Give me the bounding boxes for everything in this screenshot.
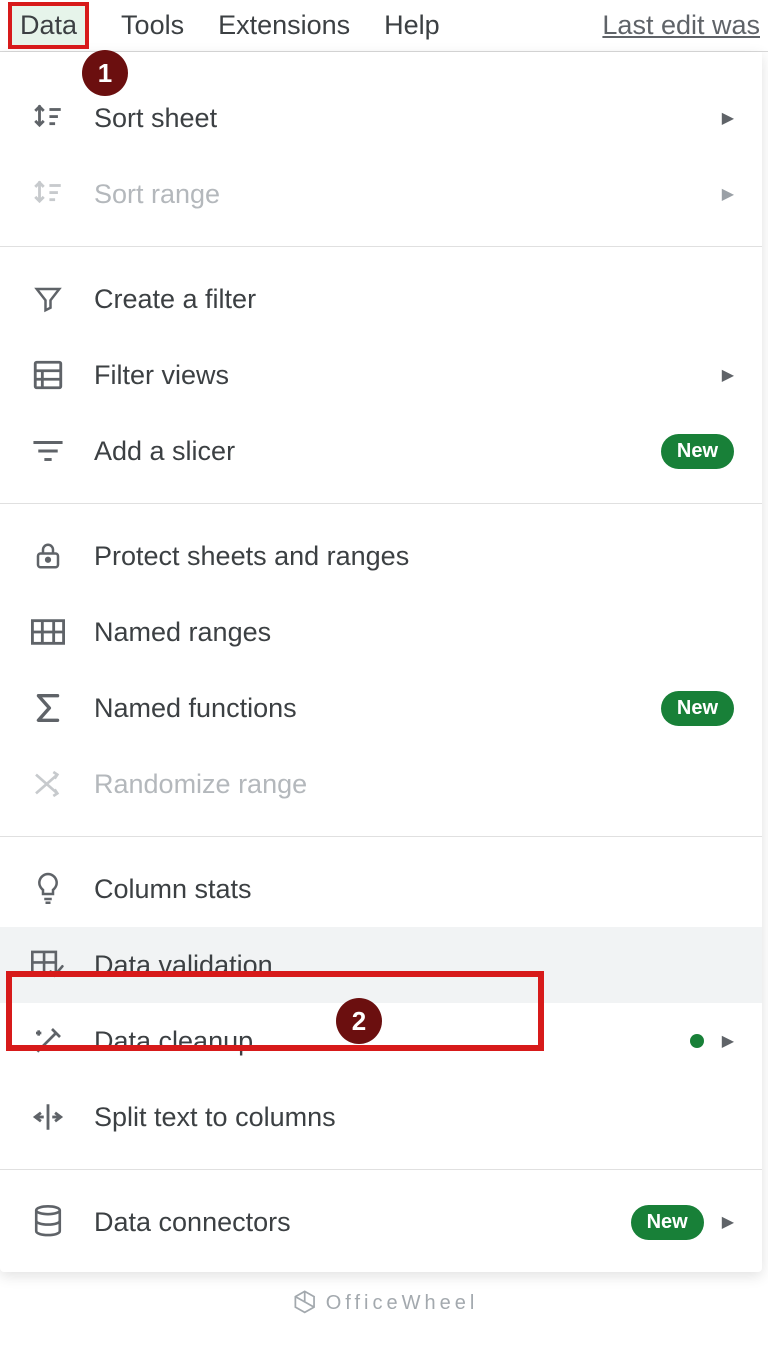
menu-separator [0,246,762,247]
menu-item-protect[interactable]: Protect sheets and ranges [0,518,762,594]
sigma-icon [26,686,70,730]
menu-item-label: Sort sheet [94,103,722,134]
menu-item-split-text[interactable]: Split text to columns [0,1079,762,1155]
sort-range-icon [26,172,70,216]
watermark-text: OfficeWheel [326,1292,479,1315]
new-badge: New [661,434,734,469]
menu-item-data-validation[interactable]: Data validation [0,927,762,1003]
menu-item-label: Named functions [94,693,651,724]
lightbulb-icon [26,867,70,911]
lock-icon [26,534,70,578]
menu-item-named-ranges[interactable]: Named ranges [0,594,762,670]
submenu-arrow-icon: ▶ [722,184,734,204]
menu-item-sort-range: Sort range ▶ [0,156,762,232]
menu-item-column-stats[interactable]: Column stats [0,851,762,927]
menu-data[interactable]: Data [8,2,89,49]
menu-separator [0,836,762,837]
menu-item-label: Data connectors [94,1207,621,1238]
submenu-arrow-icon: ▶ [722,365,734,385]
menu-separator [0,1169,762,1170]
menu-item-add-slicer[interactable]: Add a slicer New [0,413,762,489]
watermark: OfficeWheel [290,1288,479,1318]
sort-sheet-icon [26,96,70,140]
update-dot-icon [690,1034,704,1048]
menu-help[interactable]: Help [382,6,442,45]
menu-item-named-functions[interactable]: Named functions New [0,670,762,746]
submenu-arrow-icon: ▶ [722,108,734,128]
menu-item-create-filter[interactable]: Create a filter [0,261,762,337]
menu-item-data-connectors[interactable]: Data connectors New ▶ [0,1184,762,1260]
filter-icon [26,277,70,321]
menu-item-filter-views[interactable]: Filter views ▶ [0,337,762,413]
watermark-logo-icon [290,1288,320,1318]
menu-item-label: Split text to columns [94,1102,734,1133]
annotation-badge-2: 2 [336,998,382,1044]
split-columns-icon [26,1095,70,1139]
menu-item-label: Create a filter [94,284,734,315]
new-badge: New [661,691,734,726]
menu-item-label: Randomize range [94,769,734,800]
menu-item-label: Named ranges [94,617,734,648]
menu-tools[interactable]: Tools [119,6,186,45]
data-validation-icon [26,943,70,987]
menu-item-randomize: Randomize range [0,746,762,822]
last-edit-link[interactable]: Last edit was [602,10,760,41]
menubar: Data Tools Extensions Help Last edit was [0,0,768,52]
menu-item-label: Sort range [94,179,722,210]
submenu-arrow-icon: ▶ [722,1212,734,1232]
data-menu-dropdown: Sort sheet ▶ Sort range ▶ Create a filte… [0,52,762,1272]
filter-views-icon [26,353,70,397]
submenu-arrow-icon: ▶ [722,1031,734,1051]
database-icon [26,1200,70,1244]
menu-extensions[interactable]: Extensions [216,6,352,45]
menu-item-label: Protect sheets and ranges [94,541,734,572]
menu-item-label: Data validation [94,950,734,981]
menu-separator [0,503,762,504]
magic-wand-icon [26,1019,70,1063]
annotation-badge-1: 1 [82,50,128,96]
menu-item-label: Filter views [94,360,722,391]
slicer-icon [26,429,70,473]
shuffle-icon [26,762,70,806]
new-badge: New [631,1205,704,1240]
menu-item-label: Column stats [94,874,734,905]
menu-item-label: Add a slicer [94,436,651,467]
menu-item-label: Data cleanup [94,1026,690,1057]
named-ranges-icon [26,610,70,654]
